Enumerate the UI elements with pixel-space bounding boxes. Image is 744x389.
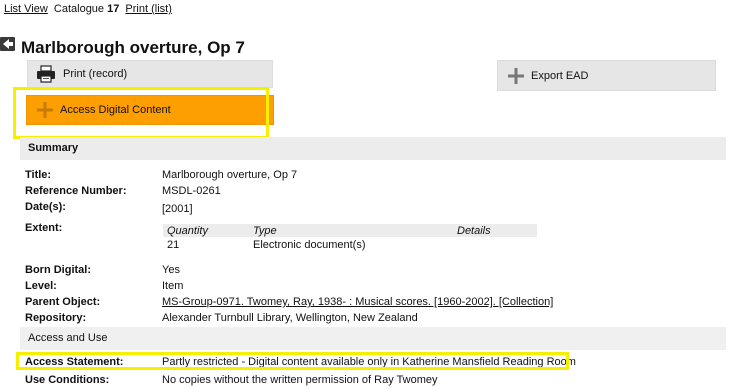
field-label-dates: Date(s): [25,201,66,213]
field-label-parent-object: Parent Object: [25,296,101,308]
field-value-parent-object-wrap: MS-Group-0971. Twomey, Ray, 1938- : Musi… [162,296,553,308]
use-conditions-label: Use Conditions: [25,374,110,386]
field-label-repository: Repository: [25,312,87,324]
catalogue-label: Catalogue [53,3,105,15]
field-label-title: Title: [25,169,52,181]
extent-type: Electronic document(s) [253,239,366,251]
parent-object-link[interactable]: MS-Group-0971. Twomey, Ray, 1938- : Musi… [162,296,553,308]
field-label-level: Level: [25,280,57,292]
access-statement-value: Partly restricted - Digital content avai… [162,356,576,368]
extent-table: Quantity Type Details 21 Electronic docu… [163,224,537,253]
field-value-level: Item [162,280,184,292]
plus-icon [37,102,53,118]
plus-icon [508,67,524,84]
extent-details [453,237,537,253]
field-label-extent: Extent: [25,222,63,234]
field-label-reference: Reference Number: [25,185,127,197]
use-conditions-value: No copies without the written permission… [162,374,438,386]
field-value-title: Marlborough overture, Op 7 [162,169,298,181]
field-value-reference: MSDL-0261 [162,185,221,197]
page-title: Marlborough overture, Op 7 [21,38,245,57]
export-ead-label: Export EAD [531,69,589,82]
access-and-use-heading: Access and Use [20,327,726,350]
extent-header-details: Details [453,224,537,237]
top-navigation: List View Catalogue 17 Print (list) [4,3,172,15]
access-digital-content-label: Access Digital Content [60,104,171,116]
field-value-born-digital: Yes [162,264,180,276]
list-view-link[interactable]: List View [4,3,48,15]
extent-header-quantity: Quantity [163,224,249,237]
print-list-link[interactable]: Print (list) [125,3,171,15]
field-label-born-digital: Born Digital: [25,264,91,276]
export-ead-button[interactable]: Export EAD [497,60,716,91]
field-value-repository: Alexander Turnbull Library, Wellington, … [162,312,418,324]
back-arrow-icon[interactable] [0,37,15,51]
extent-header-type: Type [249,224,453,237]
access-statement-label: Access Statement: [25,356,124,368]
summary-heading: Summary [20,137,726,160]
printer-icon [36,65,56,83]
print-record-label: Print (record) [63,68,128,80]
catalogue-count: 17 [107,3,120,15]
print-record-button[interactable]: Print (record) [27,60,273,88]
access-digital-content-button[interactable]: Access Digital Content [26,95,274,125]
extent-quantity: 21 [167,239,180,251]
field-value-dates: [2001] [162,203,193,215]
